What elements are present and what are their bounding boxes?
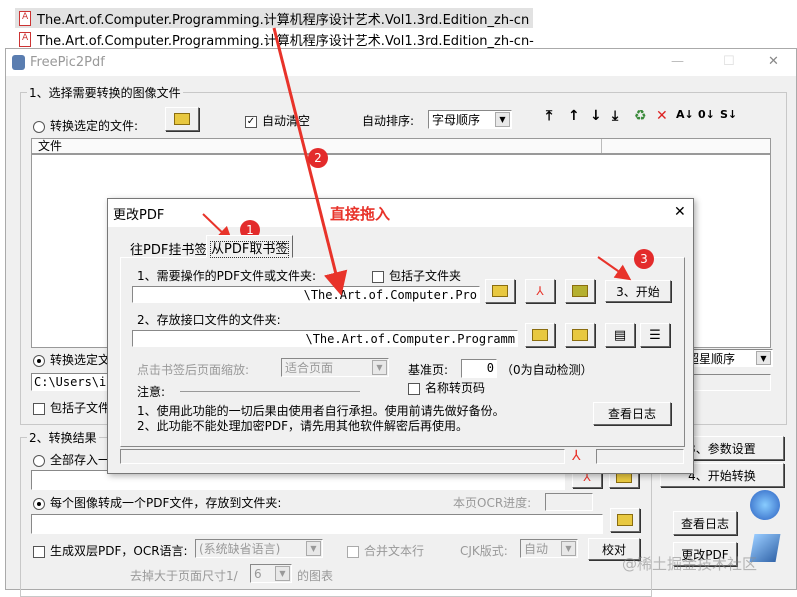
tab-extract-bookmarks[interactable]: 从PDF取书签 bbox=[206, 235, 294, 258]
annotation-arrows bbox=[202, 27, 632, 296]
drag-hint-text: 直接拖入 bbox=[330, 205, 391, 223]
step-3-badge: 3 bbox=[634, 249, 654, 269]
start-arrow bbox=[597, 256, 632, 281]
watermark: @稀土掘金技术社区 bbox=[622, 555, 758, 573]
step-2-badge: 2 bbox=[308, 148, 328, 168]
